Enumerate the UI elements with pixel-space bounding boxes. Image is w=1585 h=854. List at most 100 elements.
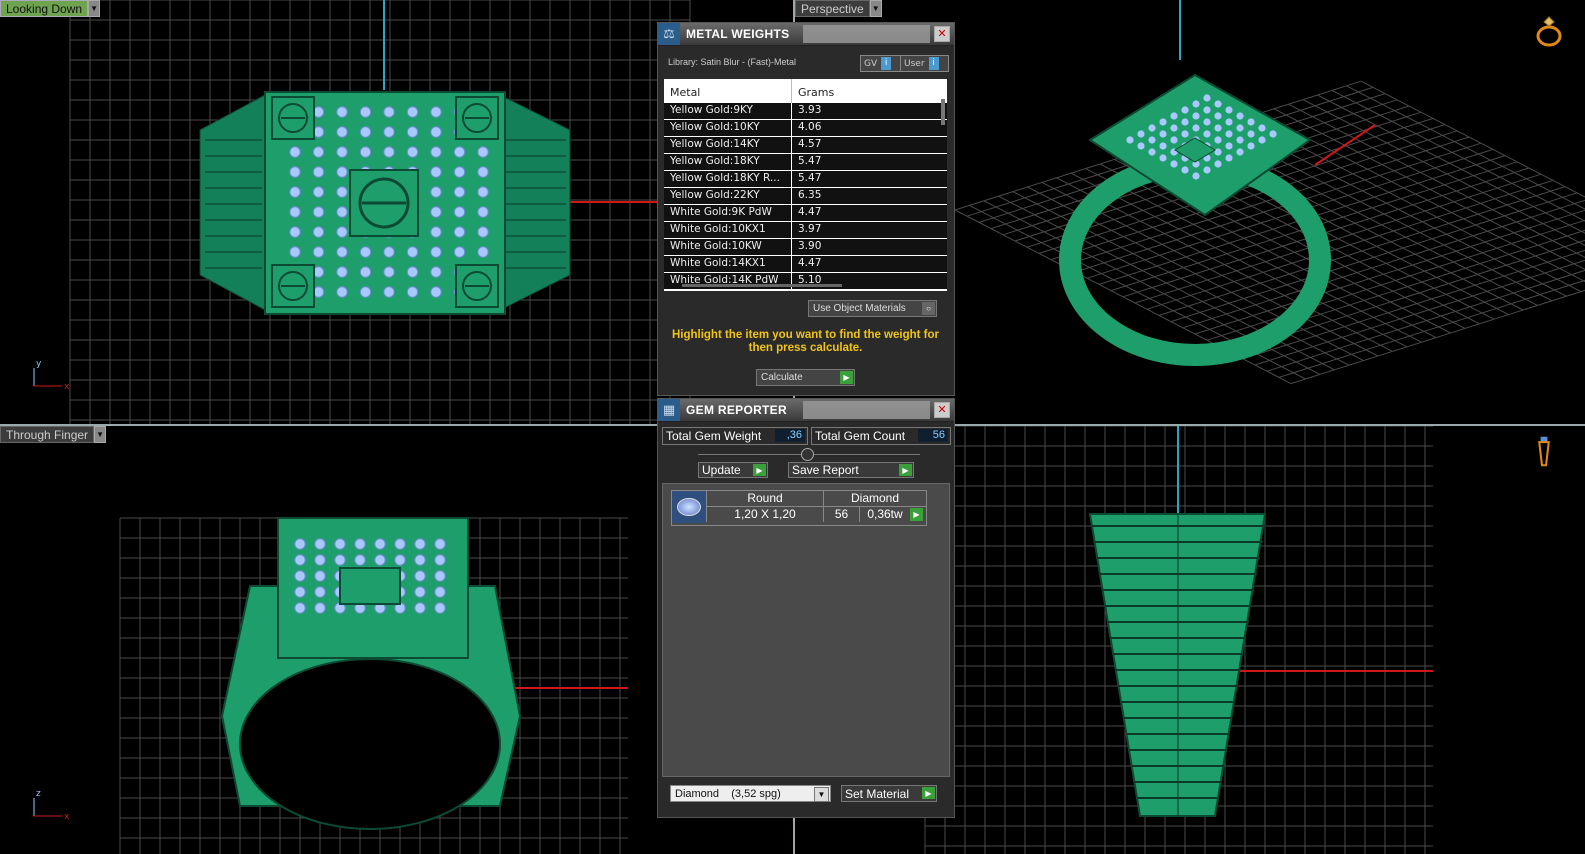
gem bbox=[374, 538, 386, 550]
gem bbox=[336, 266, 348, 278]
chevron-down-icon[interactable]: ▼ bbox=[814, 787, 829, 802]
gem bbox=[336, 286, 348, 298]
gem bbox=[1247, 118, 1255, 126]
gem-material: Diamond bbox=[823, 491, 926, 507]
gem bbox=[414, 586, 426, 598]
gem bbox=[406, 106, 419, 118]
gem bbox=[354, 538, 366, 550]
gem bbox=[1214, 100, 1222, 108]
gem bbox=[430, 146, 442, 158]
round-gem-icon bbox=[672, 491, 706, 523]
gem bbox=[294, 602, 306, 614]
gem bbox=[1214, 148, 1222, 156]
metal-table-row[interactable]: Yellow Gold:9KY 3.93 bbox=[664, 103, 947, 120]
gem bbox=[336, 206, 348, 218]
gem bbox=[434, 586, 446, 598]
gem bbox=[1214, 136, 1222, 144]
gem bbox=[1181, 166, 1189, 174]
calculate-button[interactable]: Calculate ▶ bbox=[756, 369, 855, 386]
metal-grams: 6.35 bbox=[798, 189, 822, 201]
gem bbox=[1170, 112, 1178, 120]
gem bbox=[1214, 160, 1222, 168]
gem bbox=[406, 286, 419, 298]
info-icon: i bbox=[881, 57, 892, 70]
column-header-metal[interactable]: Metal bbox=[664, 79, 792, 103]
slider-handle[interactable] bbox=[801, 448, 814, 461]
ring-finger-hole bbox=[239, 658, 501, 830]
viewport-label-looking-down[interactable]: Looking Down ▼ bbox=[0, 0, 101, 17]
metal-table-row[interactable]: White Gold:10KX1 3.97 bbox=[664, 222, 947, 239]
metal-table-row[interactable]: Yellow Gold:18KY R... 5.47 bbox=[664, 171, 947, 188]
chevron-down-icon[interactable]: ▼ bbox=[94, 426, 107, 443]
metal-table-row[interactable]: White Gold:9K PdW 4.47 bbox=[664, 205, 947, 222]
metal-table-row[interactable]: White Gold:14K PdW 5.10 bbox=[664, 273, 947, 290]
gem-weight: 0,36tw bbox=[859, 507, 910, 522]
chevron-down-icon[interactable]: ▼ bbox=[869, 0, 882, 17]
update-button[interactable]: Update ▶ bbox=[698, 462, 768, 478]
scale-icon: ⚖ bbox=[658, 23, 680, 45]
metal-table-row[interactable]: Yellow Gold:22KY 6.35 bbox=[664, 188, 947, 205]
gem-size: 1,20 X 1,20 bbox=[706, 507, 823, 522]
metal-grams: 5.47 bbox=[798, 172, 822, 184]
gem bbox=[359, 266, 372, 278]
play-icon: ▶ bbox=[899, 464, 912, 476]
gem bbox=[289, 246, 301, 258]
gem bbox=[383, 146, 395, 158]
gem bbox=[294, 538, 306, 550]
metal-weights-titlebar[interactable]: ⚖ METAL WEIGHTS ✕ bbox=[658, 23, 954, 46]
metal-name: White Gold:10KW bbox=[664, 239, 792, 255]
metal-table-row[interactable]: Yellow Gold:10KY 4.06 bbox=[664, 120, 947, 137]
gem-list-area[interactable]: Round Diamond 1,20 X 1,20 56 0,36tw ▶ bbox=[662, 483, 950, 777]
gem bbox=[383, 126, 395, 138]
gem bbox=[430, 226, 442, 238]
close-icon[interactable]: ✕ bbox=[934, 402, 950, 418]
viewport-label-through-finger[interactable]: Through Finger ▼ bbox=[0, 426, 107, 443]
gem bbox=[1225, 118, 1233, 126]
titlebar-drag-strip[interactable] bbox=[803, 401, 930, 419]
gem bbox=[394, 554, 406, 566]
gem bbox=[406, 126, 419, 138]
horizontal-scrollbar[interactable] bbox=[682, 284, 842, 287]
vertical-scrollbar[interactable] bbox=[941, 99, 945, 125]
gem-row-go-icon[interactable]: ▶ bbox=[910, 508, 923, 521]
axis-label: x bbox=[64, 382, 70, 392]
gem bbox=[477, 186, 489, 198]
titlebar-drag-strip[interactable] bbox=[803, 25, 930, 43]
metal-table-row[interactable]: Yellow Gold:14KY 4.57 bbox=[664, 137, 947, 154]
total-gem-count: Total Gem Count 56 bbox=[811, 427, 951, 445]
chevron-down-icon[interactable]: ▼ bbox=[88, 0, 101, 17]
gem-reporter-titlebar[interactable]: ▦ GEM REPORTER ✕ bbox=[658, 399, 954, 422]
gv-toggle[interactable]: GV i bbox=[860, 55, 901, 72]
gem bbox=[1214, 112, 1222, 120]
metal-table-row[interactable]: White Gold:14KX1 4.47 bbox=[664, 256, 947, 273]
user-toggle[interactable]: User i bbox=[900, 55, 949, 72]
gem bbox=[1148, 124, 1156, 132]
library-label: Library: Satin Blur - (Fast)-Metal bbox=[668, 57, 797, 67]
gem bbox=[359, 246, 372, 258]
gem bbox=[1247, 142, 1255, 150]
gem bbox=[434, 602, 446, 614]
gem bbox=[434, 538, 446, 550]
save-report-button[interactable]: Save Report ▶ bbox=[788, 462, 914, 478]
metal-table-row[interactable]: Yellow Gold:18KY 5.47 bbox=[664, 154, 947, 171]
set-material-button[interactable]: Set Material ▶ bbox=[841, 785, 937, 802]
metal-table-row[interactable]: White Gold:10KW 3.90 bbox=[664, 239, 947, 256]
close-icon[interactable]: ✕ bbox=[934, 26, 950, 42]
gem bbox=[1269, 130, 1277, 138]
material-select[interactable]: Diamond (3,52 spg) ▼ bbox=[670, 785, 831, 802]
gem bbox=[359, 286, 372, 298]
use-object-materials-button[interactable]: Use Object Materials ○ bbox=[808, 300, 937, 317]
gem bbox=[430, 126, 442, 138]
metal-grams: 3.93 bbox=[798, 104, 822, 116]
viewport-label-perspective[interactable]: Perspective ▼ bbox=[795, 0, 882, 17]
metal-grams: 3.97 bbox=[798, 223, 822, 235]
gem bbox=[1258, 124, 1266, 132]
gem-table-row[interactable]: Round Diamond 1,20 X 1,20 56 0,36tw ▶ bbox=[671, 490, 927, 526]
gem bbox=[334, 554, 346, 566]
gem bbox=[294, 586, 306, 598]
gem bbox=[430, 286, 442, 298]
gem bbox=[1236, 112, 1244, 120]
column-header-grams[interactable]: Grams bbox=[792, 79, 932, 103]
metal-table[interactable]: Metal Grams Yellow Gold:9KY 3.93 Yellow Go… bbox=[664, 79, 947, 291]
gem bbox=[336, 166, 348, 178]
